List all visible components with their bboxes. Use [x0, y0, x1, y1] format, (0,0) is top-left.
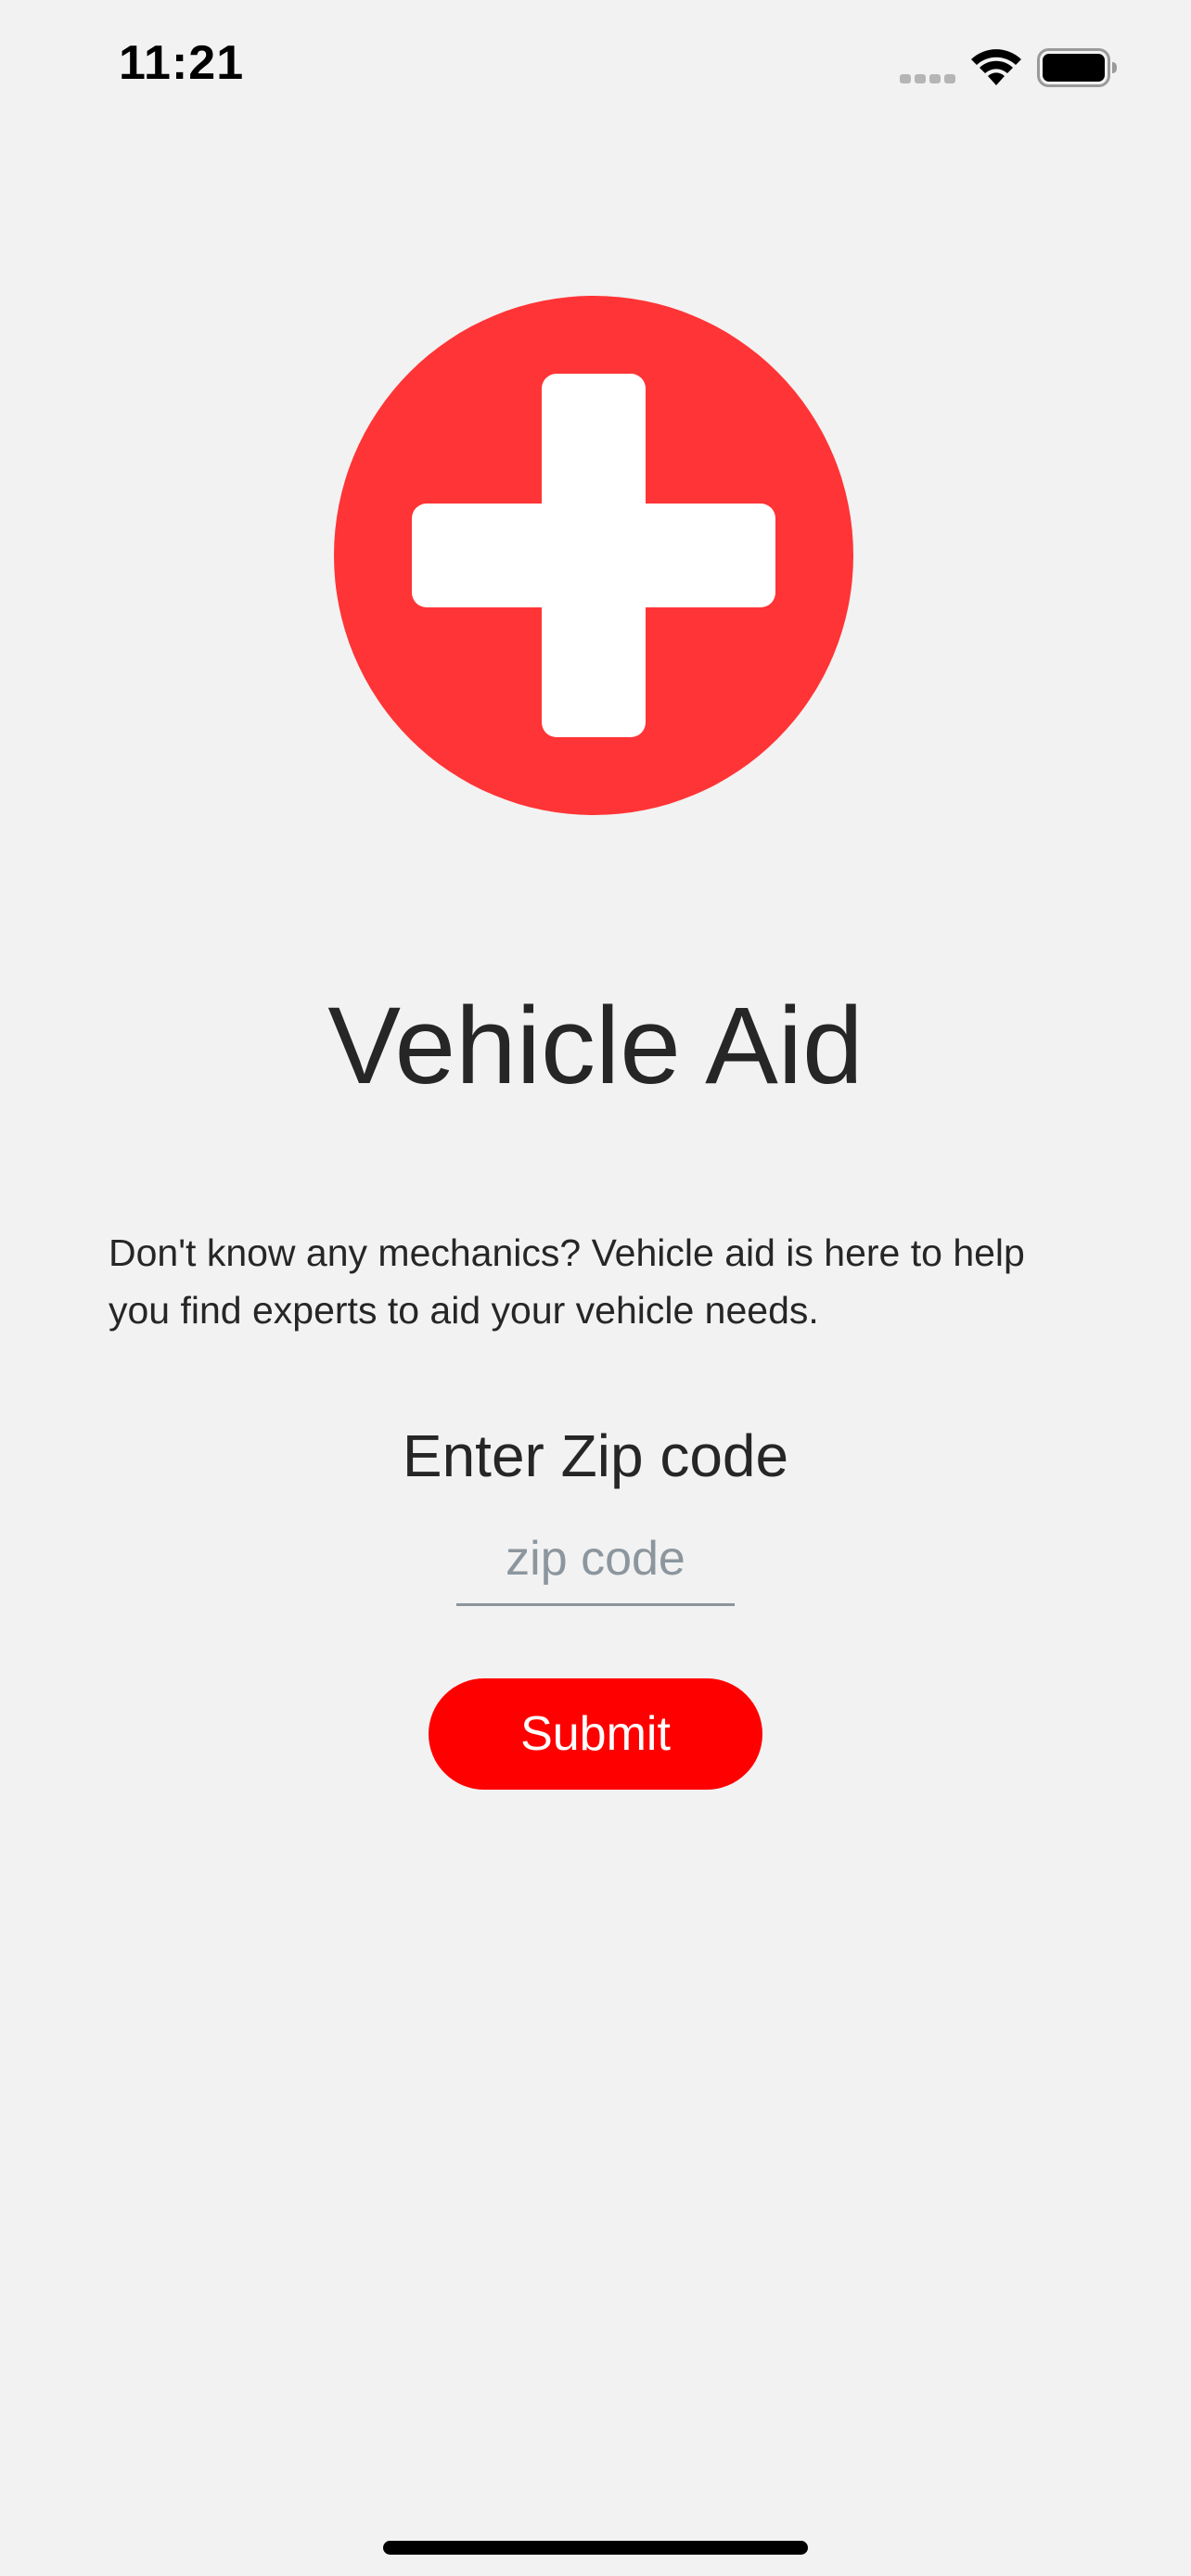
zip-code-input[interactable] [456, 1513, 735, 1606]
cellular-signal-icon [900, 74, 955, 83]
battery-icon [1037, 48, 1117, 87]
status-time: 11:21 [119, 36, 245, 90]
status-bar: 11:21 [0, 0, 1191, 130]
app-title: Vehicle Aid [327, 985, 864, 1107]
app-description: Don't know any mechanics? Vehicle aid is… [109, 1231, 1025, 1332]
zip-code-label: Enter Zip code [402, 1422, 789, 1489]
medical-cross-icon [334, 296, 853, 815]
submit-button[interactable]: Submit [429, 1678, 762, 1790]
home-indicator [383, 2541, 808, 2555]
wifi-icon [971, 49, 1021, 85]
app-screen: 11:21 Vehicle Aid Don't know any mechani… [0, 0, 1191, 2576]
